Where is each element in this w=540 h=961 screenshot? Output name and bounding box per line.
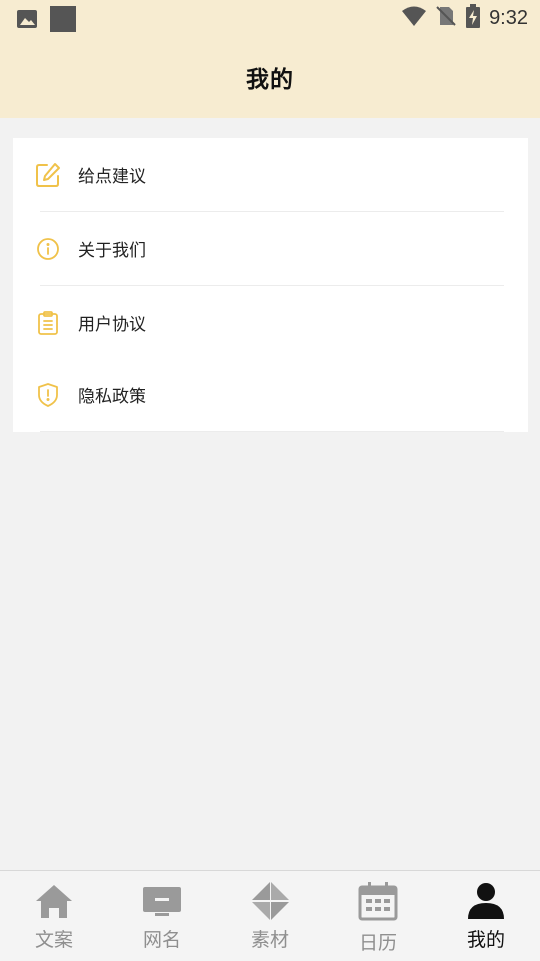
divider bbox=[40, 431, 504, 432]
nav-item-label: 日历 bbox=[358, 932, 397, 954]
info-icon bbox=[35, 236, 61, 262]
home-icon bbox=[34, 881, 74, 921]
menu-item-label: 关于我们 bbox=[78, 241, 146, 261]
menu-item-feedback[interactable]: 给点建议 bbox=[13, 138, 528, 211]
nav-item-label: 网名 bbox=[142, 929, 181, 951]
status-bar: 9:32 bbox=[0, 0, 540, 36]
nav-item-wenan[interactable]: 文案 bbox=[0, 871, 108, 961]
pinwheel-icon bbox=[250, 881, 290, 921]
shield-icon bbox=[35, 382, 61, 408]
settings-menu: 给点建议 关于我们 用户协议 隐私政策 bbox=[13, 138, 528, 432]
menu-item-privacy-policy[interactable]: 隐私政策 bbox=[13, 358, 528, 431]
edit-icon bbox=[35, 162, 61, 188]
nav-item-wangming[interactable]: 网名 bbox=[108, 871, 216, 961]
menu-item-user-agreement[interactable]: 用户协议 bbox=[13, 286, 528, 359]
page-title: 我的 bbox=[246, 67, 294, 93]
nav-item-wode[interactable]: 我的 bbox=[432, 871, 540, 961]
monitor-icon bbox=[142, 881, 182, 921]
page-header: 我的 bbox=[0, 36, 540, 118]
menu-item-label: 用户协议 bbox=[78, 315, 146, 335]
menu-item-label: 给点建议 bbox=[78, 167, 146, 187]
nav-item-label: 我的 bbox=[466, 929, 505, 951]
app-square-icon bbox=[50, 6, 76, 36]
menu-item-label: 隐私政策 bbox=[78, 387, 146, 407]
no-sim-icon bbox=[435, 5, 457, 31]
battery-charging-icon bbox=[465, 4, 481, 32]
calendar-icon bbox=[358, 881, 398, 921]
clipboard-icon bbox=[35, 310, 61, 336]
user-icon bbox=[466, 881, 506, 921]
nav-item-sucai[interactable]: 素材 bbox=[216, 871, 324, 961]
nav-item-rili[interactable]: 日历 bbox=[324, 871, 432, 961]
status-time: 9:32 bbox=[489, 6, 528, 29]
wifi-icon bbox=[401, 5, 427, 31]
nav-item-label: 文案 bbox=[34, 929, 73, 951]
menu-item-about[interactable]: 关于我们 bbox=[13, 212, 528, 285]
bottom-nav: 文案 网名 素材 日历 我的 bbox=[0, 870, 540, 961]
nav-item-label: 素材 bbox=[250, 929, 289, 951]
image-icon bbox=[16, 8, 38, 34]
